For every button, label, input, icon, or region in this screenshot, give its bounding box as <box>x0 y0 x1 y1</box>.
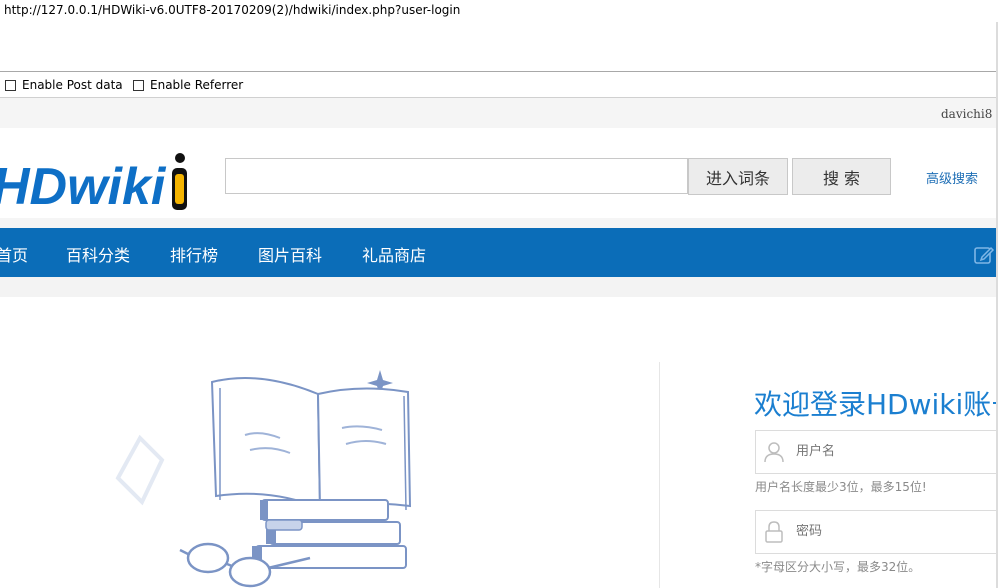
username-hint: 用户名长度最少3位，最多15位! <box>755 480 927 494</box>
nav-item-categories[interactable]: 百科分类 <box>66 242 130 266</box>
user-icon <box>764 442 784 463</box>
hackbar-options: Enable Post data Enable Referrer <box>0 71 996 98</box>
book-illustration <box>115 370 412 588</box>
enable-post-data-option[interactable]: Enable Post data <box>5 78 123 92</box>
search-input[interactable] <box>225 158 688 194</box>
nav-item-home[interactable]: 首页 <box>0 242 28 266</box>
username-input[interactable] <box>796 444 976 459</box>
enter-entry-button[interactable]: 进入词条 <box>688 158 788 195</box>
nav-item-rankings[interactable]: 排行榜 <box>170 242 218 266</box>
nav-item-images[interactable]: 图片百科 <box>258 242 322 266</box>
login-title: 欢迎登录HDwiki账号 <box>754 388 996 421</box>
enable-referrer-option[interactable]: Enable Referrer <box>133 78 243 92</box>
enable-referrer-label: Enable Referrer <box>150 78 244 92</box>
edit-icon[interactable] <box>973 244 995 266</box>
hdwiki-logo[interactable]: HDwiki <box>0 148 192 218</box>
password-hint: *字母区分大小写，最多32位。 <box>755 560 921 574</box>
search-button[interactable]: 搜 索 <box>792 158 891 195</box>
address-bar-url[interactable]: http://127.0.0.1/HDWiki-v6.0UTF8-2017020… <box>0 0 998 22</box>
header-gap <box>0 218 996 228</box>
enable-post-data-checkbox[interactable] <box>5 79 16 91</box>
logo-text: HDwiki <box>0 158 167 216</box>
sub-header-strip <box>0 277 996 297</box>
top-user-strip <box>0 98 996 128</box>
lock-icon <box>765 521 783 543</box>
enable-post-data-label: Enable Post data <box>22 78 123 92</box>
content-divider <box>659 362 660 588</box>
password-input[interactable] <box>796 524 976 539</box>
password-field[interactable] <box>755 510 996 554</box>
advanced-search-link[interactable]: 高级搜索 <box>926 168 978 187</box>
username-link[interactable]: davichi8 <box>941 107 996 121</box>
main-nav <box>0 228 996 277</box>
nav-item-gift-shop[interactable]: 礼品商店 <box>362 242 426 266</box>
enable-referrer-checkbox[interactable] <box>133 79 144 91</box>
username-field[interactable] <box>755 430 996 474</box>
